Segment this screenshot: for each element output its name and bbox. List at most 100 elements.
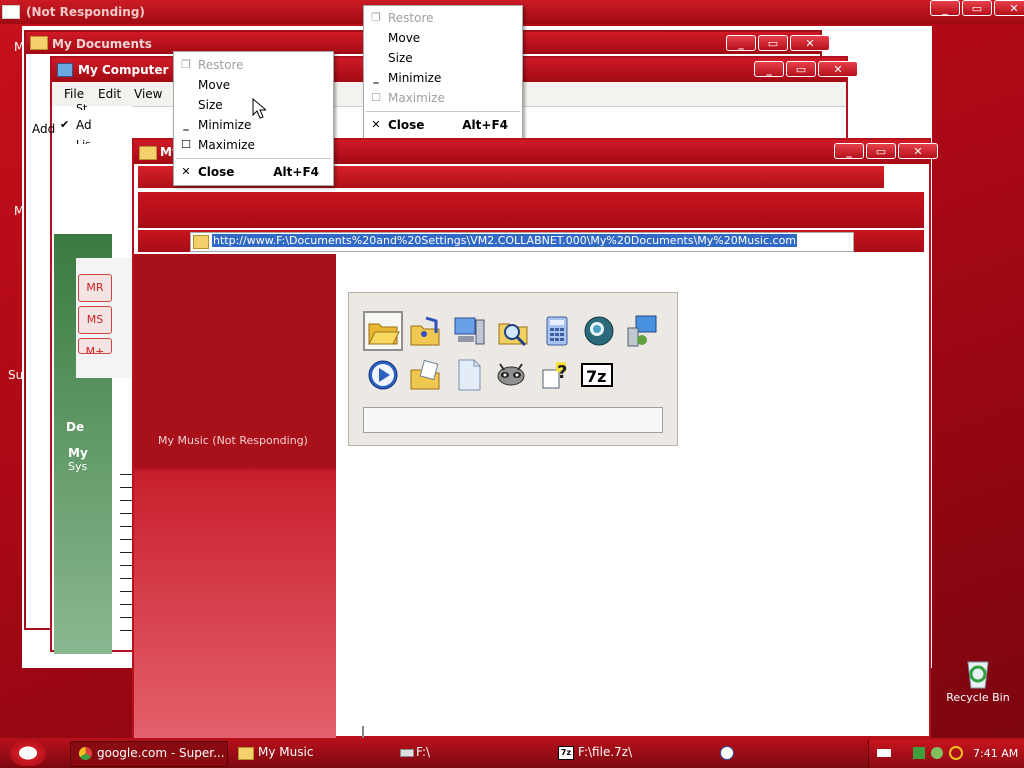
- close-icon: ✕: [181, 165, 191, 178]
- close-button[interactable]: ✕: [790, 35, 830, 51]
- maximize-button[interactable]: ▭: [758, 35, 788, 51]
- folder-doc-icon[interactable]: [408, 358, 442, 392]
- media-player-icon[interactable]: [366, 358, 400, 392]
- menu-maximize[interactable]: ☐ Maximize: [174, 135, 333, 155]
- my-music-controls: _ ▭ ✕: [834, 143, 938, 159]
- side-label: Sys: [68, 460, 88, 473]
- start-button[interactable]: [10, 740, 46, 766]
- calc-mr-button[interactable]: MR: [78, 274, 112, 302]
- computer-icon[interactable]: [452, 314, 486, 348]
- my-computer-controls: _ ▭ ✕: [754, 61, 858, 77]
- search-folder-icon[interactable]: [496, 314, 530, 348]
- restore-button[interactable]: ▭: [962, 0, 992, 16]
- close-shortcut: Alt+F4: [462, 118, 508, 132]
- computer-icon: [57, 63, 73, 77]
- close-shortcut: Alt+F4: [273, 165, 319, 179]
- desktop-label: M: [14, 204, 25, 218]
- calc-ms-button[interactable]: MS: [78, 306, 112, 334]
- side-label: Add: [32, 122, 56, 136]
- maximize-icon: ☐: [181, 138, 191, 151]
- clock[interactable]: 7:41 AM: [973, 747, 1018, 760]
- address-folder-icon: [193, 235, 209, 249]
- side-label: De: [66, 420, 85, 434]
- menu-restore[interactable]: ❐ Restore: [364, 8, 522, 28]
- menu-close[interactable]: ✕ Close Alt+F4: [174, 162, 333, 182]
- security-tray-icon[interactable]: [931, 747, 943, 759]
- menu-move[interactable]: Move: [364, 28, 522, 48]
- view-dropdown: St ✔ Ad Lis: [52, 102, 132, 146]
- minimize-button[interactable]: _: [754, 61, 784, 77]
- restore-icon: ❐: [371, 11, 381, 24]
- taskbar-item-my-music[interactable]: My Music: [234, 741, 390, 765]
- file-icon[interactable]: [452, 358, 486, 392]
- menu-minimize[interactable]: _ Minimize: [364, 68, 522, 88]
- folder-icon: [30, 36, 48, 50]
- 7zip-icon[interactable]: 7z: [580, 358, 614, 392]
- side-label: My: [68, 446, 88, 460]
- minimize-icon: _: [183, 118, 189, 131]
- menu-separator: [176, 158, 331, 159]
- taskbar-item-7z[interactable]: 7z F:\file.7z\: [556, 741, 712, 765]
- icon-path-field[interactable]: [363, 407, 663, 433]
- menu-move[interactable]: Move: [174, 75, 333, 95]
- restore-icon: ❐: [181, 58, 191, 71]
- help-icon[interactable]: ?: [538, 358, 572, 392]
- toolbar-strip: [138, 192, 924, 228]
- dropdown-item[interactable]: Ad: [76, 118, 92, 132]
- close-icon: ✕: [371, 118, 381, 131]
- menu-view[interactable]: View: [134, 87, 162, 101]
- taskbar-item-label: F:\file.7z\: [578, 745, 633, 759]
- my-computer-title: My Computer: [78, 63, 169, 77]
- network-icon[interactable]: [624, 314, 658, 348]
- menu-separator: [366, 111, 520, 112]
- maximize-button[interactable]: ▭: [786, 61, 816, 77]
- menu-close[interactable]: ✕ Close Alt+F4: [364, 115, 522, 135]
- keyboard-icon[interactable]: [877, 749, 891, 757]
- menu-file[interactable]: File: [64, 87, 84, 101]
- minimize-button[interactable]: _: [726, 35, 756, 51]
- menu-maximize[interactable]: ☐ Maximize: [364, 88, 522, 108]
- dropdown-item[interactable]: Lis: [76, 138, 91, 144]
- cursor-mark: [362, 726, 364, 738]
- recycle-bin-label: Recycle Bin: [946, 691, 1010, 704]
- taskbar-item-label: google.com - Super...: [97, 746, 225, 760]
- list-column: [120, 468, 132, 638]
- maximize-button[interactable]: ▭: [866, 143, 896, 159]
- globe-icon[interactable]: [582, 314, 616, 348]
- calculator-icon[interactable]: [540, 314, 574, 348]
- my-documents-title: My Documents: [52, 37, 152, 51]
- close-button[interactable]: ✕: [898, 143, 938, 159]
- close-button[interactable]: ✕: [994, 0, 1024, 16]
- my-documents-controls: _ ▭ ✕: [726, 35, 830, 51]
- check-icon: ✔: [60, 118, 70, 131]
- folder-open-icon[interactable]: [366, 314, 400, 348]
- menu-edit[interactable]: Edit: [98, 87, 121, 101]
- calc-mplus-button[interactable]: M+: [78, 338, 112, 354]
- media-tray-icon[interactable]: [720, 746, 734, 760]
- system-menu-right: ❐ Restore Move Size _ Minimize ☐ Maximize ✕…: [363, 5, 523, 139]
- minimize-button[interactable]: _: [834, 143, 864, 159]
- dropdown-item[interactable]: St: [76, 102, 87, 110]
- raccoon-icon[interactable]: [494, 358, 528, 392]
- recycle-bin[interactable]: Recycle Bin: [940, 656, 1016, 712]
- minimize-icon: _: [373, 71, 379, 84]
- top-window-title: (Not Responding): [26, 5, 145, 19]
- desktop-label: M: [14, 40, 25, 54]
- svg-text:?: ?: [557, 362, 567, 383]
- task-pane: [134, 254, 336, 738]
- menu-size[interactable]: Size: [364, 48, 522, 68]
- close-button[interactable]: ✕: [818, 61, 858, 77]
- chrome-icon: [79, 747, 92, 760]
- system-tray: 7:41 AM: [868, 740, 1024, 768]
- recycle-bin-icon: [967, 661, 989, 689]
- folder-music-icon[interactable]: [408, 314, 442, 348]
- menu-restore[interactable]: ❐ Restore: [174, 55, 333, 75]
- taskbar-item-google[interactable]: google.com - Super...: [70, 741, 228, 767]
- taskbar-item-f-drive[interactable]: F:\: [396, 741, 552, 765]
- network-tray-icon[interactable]: [913, 747, 925, 759]
- search-tray-icon[interactable]: [949, 746, 963, 760]
- address-field[interactable]: http://www.F:\Documents%20and%20Settings…: [190, 232, 854, 252]
- window-icon: [2, 5, 20, 19]
- my-music-window[interactable]: My _ ▭ ✕ http://www.F:\Documents%20and%2…: [132, 138, 938, 738]
- minimize-button[interactable]: _: [930, 0, 960, 16]
